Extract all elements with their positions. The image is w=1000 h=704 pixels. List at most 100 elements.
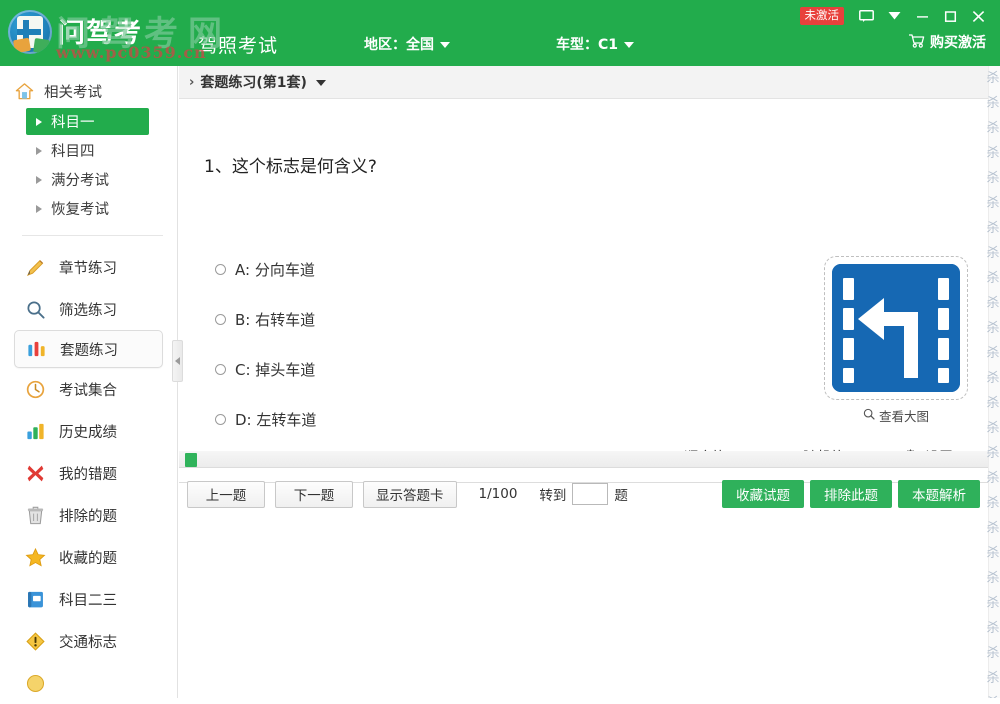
circle-icon — [24, 673, 46, 693]
view-large-image-button[interactable]: 查看大图 — [824, 406, 968, 425]
sidebar-item-history-scores[interactable]: 历史成绩 — [14, 410, 163, 452]
radio-icon[interactable] — [215, 414, 226, 425]
close-icon[interactable] — [964, 5, 992, 27]
star-icon — [24, 547, 46, 567]
sidebar-collapse-handle[interactable] — [172, 340, 183, 382]
buy-activate-label: 购买激活 — [930, 32, 986, 52]
sidebar-item-restore-exam[interactable]: 恢复考试 — [26, 195, 149, 222]
option-label: B: 右转车道 — [235, 309, 315, 330]
sidebar-item-subject-2-3[interactable]: 科目二三 — [14, 578, 163, 620]
sidebar-subitem-label: 满分考试 — [51, 169, 109, 190]
pencil-icon — [24, 257, 46, 277]
chevron-down-icon[interactable] — [880, 5, 908, 27]
breadcrumb-label: 套题练习(第1套) — [200, 72, 307, 92]
minimize-icon[interactable] — [908, 5, 936, 27]
app-logo: 问驾考 — [8, 10, 142, 54]
option-d[interactable]: D: 左转车道 — [215, 409, 316, 430]
chevron-down-icon — [624, 42, 634, 48]
sidebar: 相关考试 科目一 科目四 满分考试 恢复考试 章节练习 筛选练习 套题练习 — [0, 66, 178, 698]
logo-emblem-icon — [8, 10, 52, 54]
chevron-down-icon — [440, 42, 450, 48]
app-subtitle: 驾照考试 — [198, 31, 278, 58]
sidebar-item-label: 考试集合 — [59, 379, 117, 400]
question-panel: 1、这个标志是何含义? A: 分向车道 B: 右转车道 C: 掉头车道 D: 左… — [179, 99, 988, 483]
option-c[interactable]: C: 掉头车道 — [215, 359, 315, 380]
sidebar-item-full-marks-exam[interactable]: 满分考试 — [26, 166, 149, 193]
sidebar-item-filter-practice[interactable]: 筛选练习 — [14, 288, 163, 330]
caret-right-icon — [36, 118, 42, 126]
logo-text: 问驾考 — [58, 20, 142, 47]
prev-question-button[interactable]: 上一题 — [187, 481, 265, 508]
bars-icon — [25, 339, 47, 359]
caret-right-icon — [36, 147, 42, 155]
sidebar-item-label: 套题练习 — [60, 339, 118, 360]
search-icon — [863, 408, 875, 423]
main-content: › 套题练习(第1套) 1、这个标志是何含义? A: 分向车道 B: 右转车道 … — [179, 66, 988, 698]
goto-question-input[interactable] — [572, 483, 608, 505]
radio-icon[interactable] — [215, 264, 226, 275]
question-explanation-button[interactable]: 本题解析 — [898, 480, 980, 508]
sidebar-item-label: 筛选练习 — [59, 299, 117, 320]
right-edge-strip — [988, 66, 1000, 698]
goto-suffix-label: 题 — [614, 484, 628, 504]
radio-icon[interactable] — [215, 314, 226, 325]
maximize-icon[interactable] — [936, 5, 964, 27]
sidebar-item-favorite-questions[interactable]: 收藏的题 — [14, 536, 163, 578]
sidebar-item-chapter-practice[interactable]: 章节练习 — [14, 246, 163, 288]
question-actions: 收藏试题 排除此题 本题解析 — [722, 471, 980, 517]
cross-icon — [24, 463, 46, 483]
favorite-question-button[interactable]: 收藏试题 — [722, 480, 804, 508]
clock-icon — [24, 379, 46, 399]
question-counter: 1/100 — [479, 486, 518, 502]
sidebar-item-label: 科目二三 — [59, 589, 117, 610]
sidebar-item-label: 历史成绩 — [59, 421, 117, 442]
progress-bar-fill — [185, 453, 197, 467]
search-icon — [24, 299, 46, 319]
show-answer-card-button[interactable]: 显示答题卡 — [363, 481, 457, 508]
sidebar-item-label: 收藏的题 — [59, 547, 117, 568]
view-large-label: 查看大图 — [879, 406, 929, 425]
sidebar-item-subject-1[interactable]: 科目一 — [26, 108, 149, 135]
question-image-container: 查看大图 — [824, 256, 968, 400]
breadcrumb[interactable]: › 套题练习(第1套) — [179, 66, 988, 99]
cartype-selector[interactable]: 车型：C1 — [556, 34, 634, 54]
option-a[interactable]: A: 分向车道 — [215, 259, 315, 280]
option-label: A: 分向车道 — [235, 259, 315, 280]
sidebar-group-related-exams[interactable]: 相关考试 — [0, 76, 177, 106]
caret-right-icon — [36, 205, 42, 213]
sidebar-subitem-label: 恢复考试 — [51, 198, 109, 219]
exclude-question-button[interactable]: 排除此题 — [810, 480, 892, 508]
option-label: C: 掉头车道 — [235, 359, 315, 380]
progress-bar — [179, 451, 988, 468]
question-text: 1、这个标志是何含义? — [204, 152, 377, 177]
sidebar-item-exam-collection[interactable]: 考试集合 — [14, 368, 163, 410]
sidebar-group-label: 相关考试 — [44, 81, 102, 102]
feedback-icon[interactable] — [852, 5, 880, 27]
option-b[interactable]: B: 右转车道 — [215, 309, 315, 330]
app-header: 未激活 问驾考 驾照考试 问驾考网 www.pc0359.cn 地区： — [0, 0, 1000, 66]
sidebar-divider — [22, 235, 163, 236]
sidebar-subitem-label: 科目一 — [51, 111, 95, 132]
book-icon — [24, 589, 46, 609]
traffic-sign-left-turn-lane-icon[interactable] — [832, 264, 960, 392]
warning-icon — [24, 631, 46, 651]
goto-label: 转到 — [539, 484, 566, 504]
next-question-button[interactable]: 下一题 — [275, 481, 353, 508]
sidebar-item-label: 排除的题 — [59, 505, 117, 526]
chevron-down-icon[interactable] — [316, 80, 326, 86]
sidebar-item-subject-4[interactable]: 科目四 — [26, 137, 149, 164]
status-badge-inactive[interactable]: 未激活 — [800, 7, 845, 26]
region-selector[interactable]: 地区：全国 — [364, 34, 450, 54]
cart-icon — [908, 33, 925, 52]
sidebar-item-my-wrong-questions[interactable]: 我的错题 — [14, 452, 163, 494]
sidebar-item-excluded-questions[interactable]: 排除的题 — [14, 494, 163, 536]
sidebar-item-set-practice[interactable]: 套题练习 — [14, 330, 163, 368]
chevron-right-icon: › — [189, 75, 194, 90]
sidebar-item-traffic-signs[interactable]: 交通标志 — [14, 620, 163, 662]
option-label: D: 左转车道 — [235, 409, 316, 430]
sidebar-item-label: 我的错题 — [59, 463, 117, 484]
sidebar-item-label: 章节练习 — [59, 257, 117, 278]
radio-icon[interactable] — [215, 364, 226, 375]
window-titlebar: 未激活 — [800, 4, 993, 28]
buy-activate-button[interactable]: 购买激活 — [908, 32, 986, 52]
